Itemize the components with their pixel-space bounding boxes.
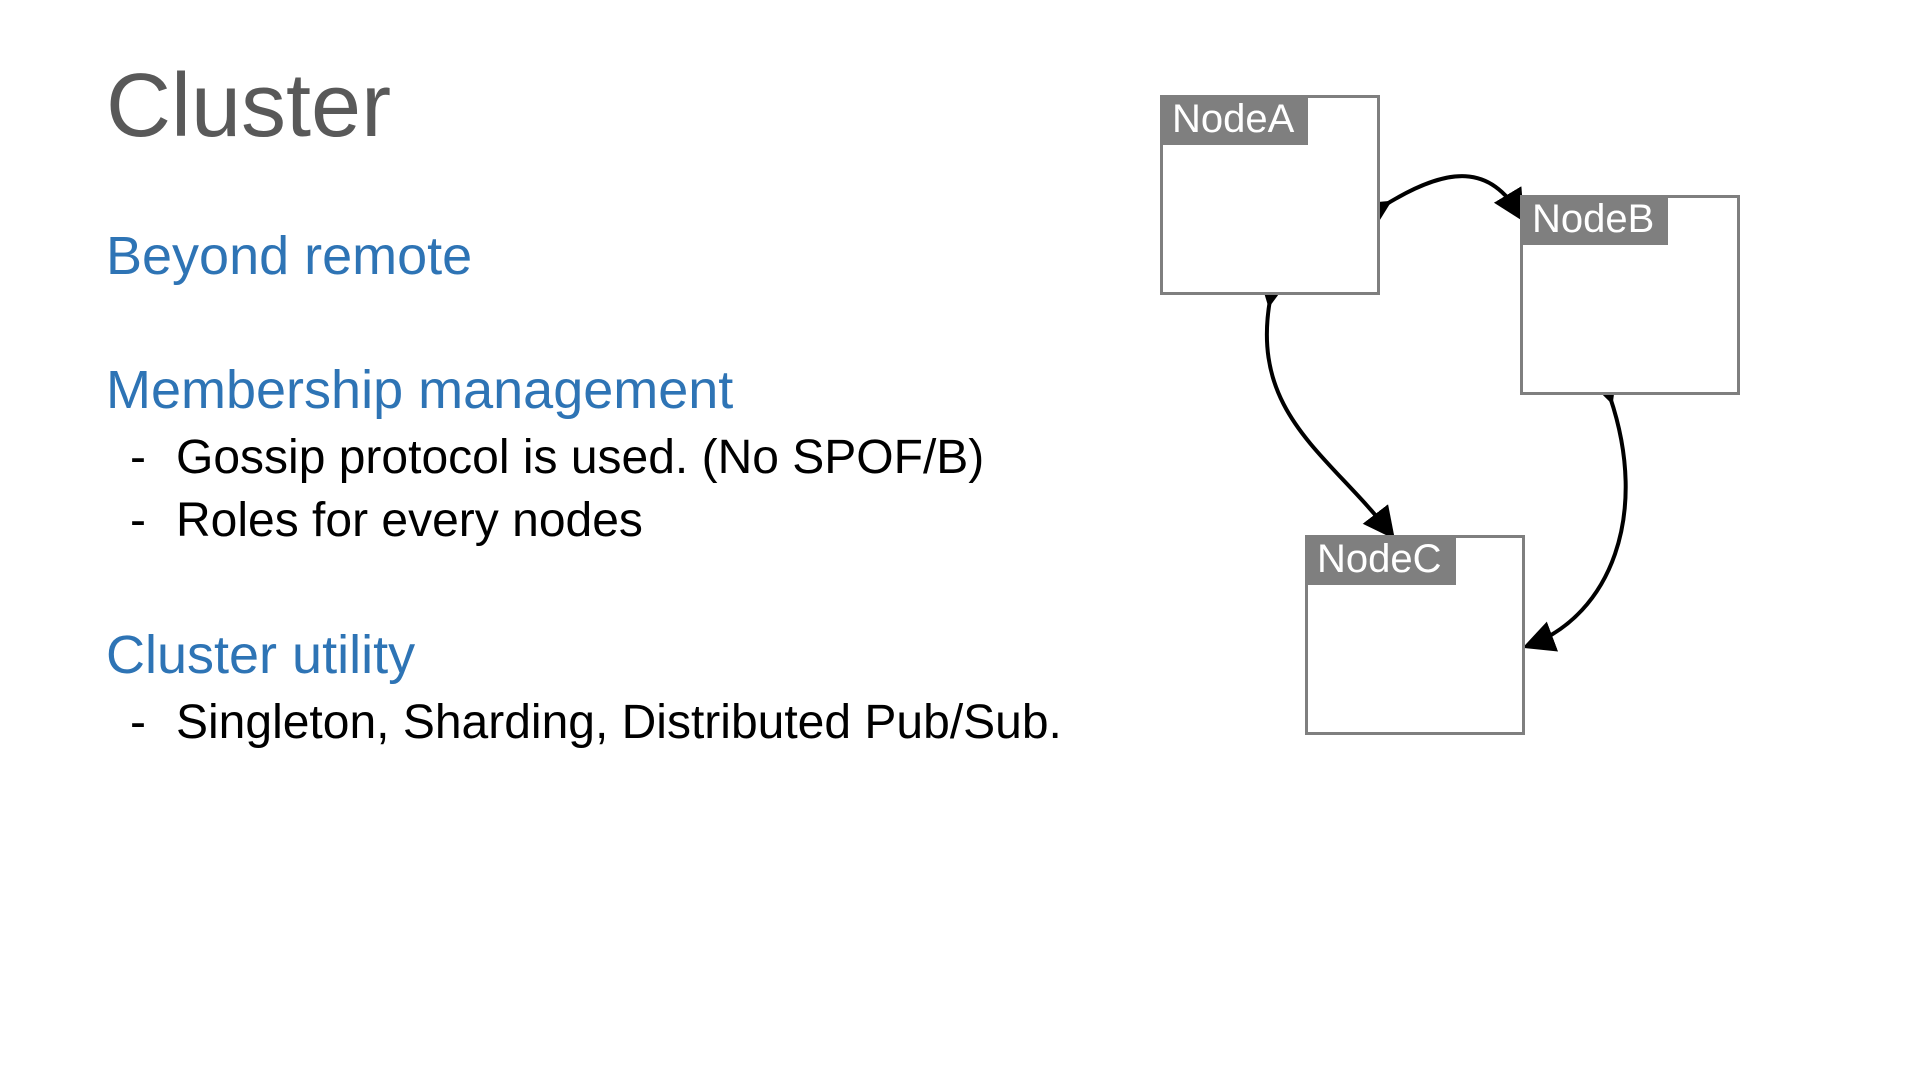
diagram-node-b: NodeB: [1520, 195, 1740, 395]
bullet-item: Gossip protocol is used. (No SPOF/B): [176, 427, 1106, 489]
bullet-list-membership: Gossip protocol is used. (No SPOF/B) Rol…: [106, 427, 1106, 552]
bullet-item: Roles for every nodes: [176, 490, 1106, 552]
diagram-node-c: NodeC: [1305, 535, 1525, 735]
diagram-node-c-label: NodeC: [1305, 535, 1456, 585]
slide-content: Beyond remote Membership management Goss…: [106, 225, 1106, 754]
cluster-diagram: NodeA NodeB NodeC: [1160, 95, 1780, 755]
slide-title: Cluster: [106, 55, 391, 158]
connector-a-b: [1385, 176, 1520, 215]
bullet-list-cluster-utility: Singleton, Sharding, Distributed Pub/Sub…: [106, 692, 1106, 754]
slide: Cluster Beyond remote Membership managem…: [0, 0, 1920, 1080]
section-heading-cluster-utility: Cluster utility: [106, 624, 1106, 686]
section-heading-beyond-remote: Beyond remote: [106, 225, 1106, 287]
section-heading-membership: Membership management: [106, 359, 1106, 421]
bullet-item: Singleton, Sharding, Distributed Pub/Sub…: [176, 692, 1106, 754]
diagram-node-b-label: NodeB: [1520, 195, 1668, 245]
connector-b-c: [1530, 397, 1626, 645]
diagram-node-a: NodeA: [1160, 95, 1380, 295]
diagram-node-a-label: NodeA: [1160, 95, 1308, 145]
connector-a-c: [1267, 300, 1390, 533]
